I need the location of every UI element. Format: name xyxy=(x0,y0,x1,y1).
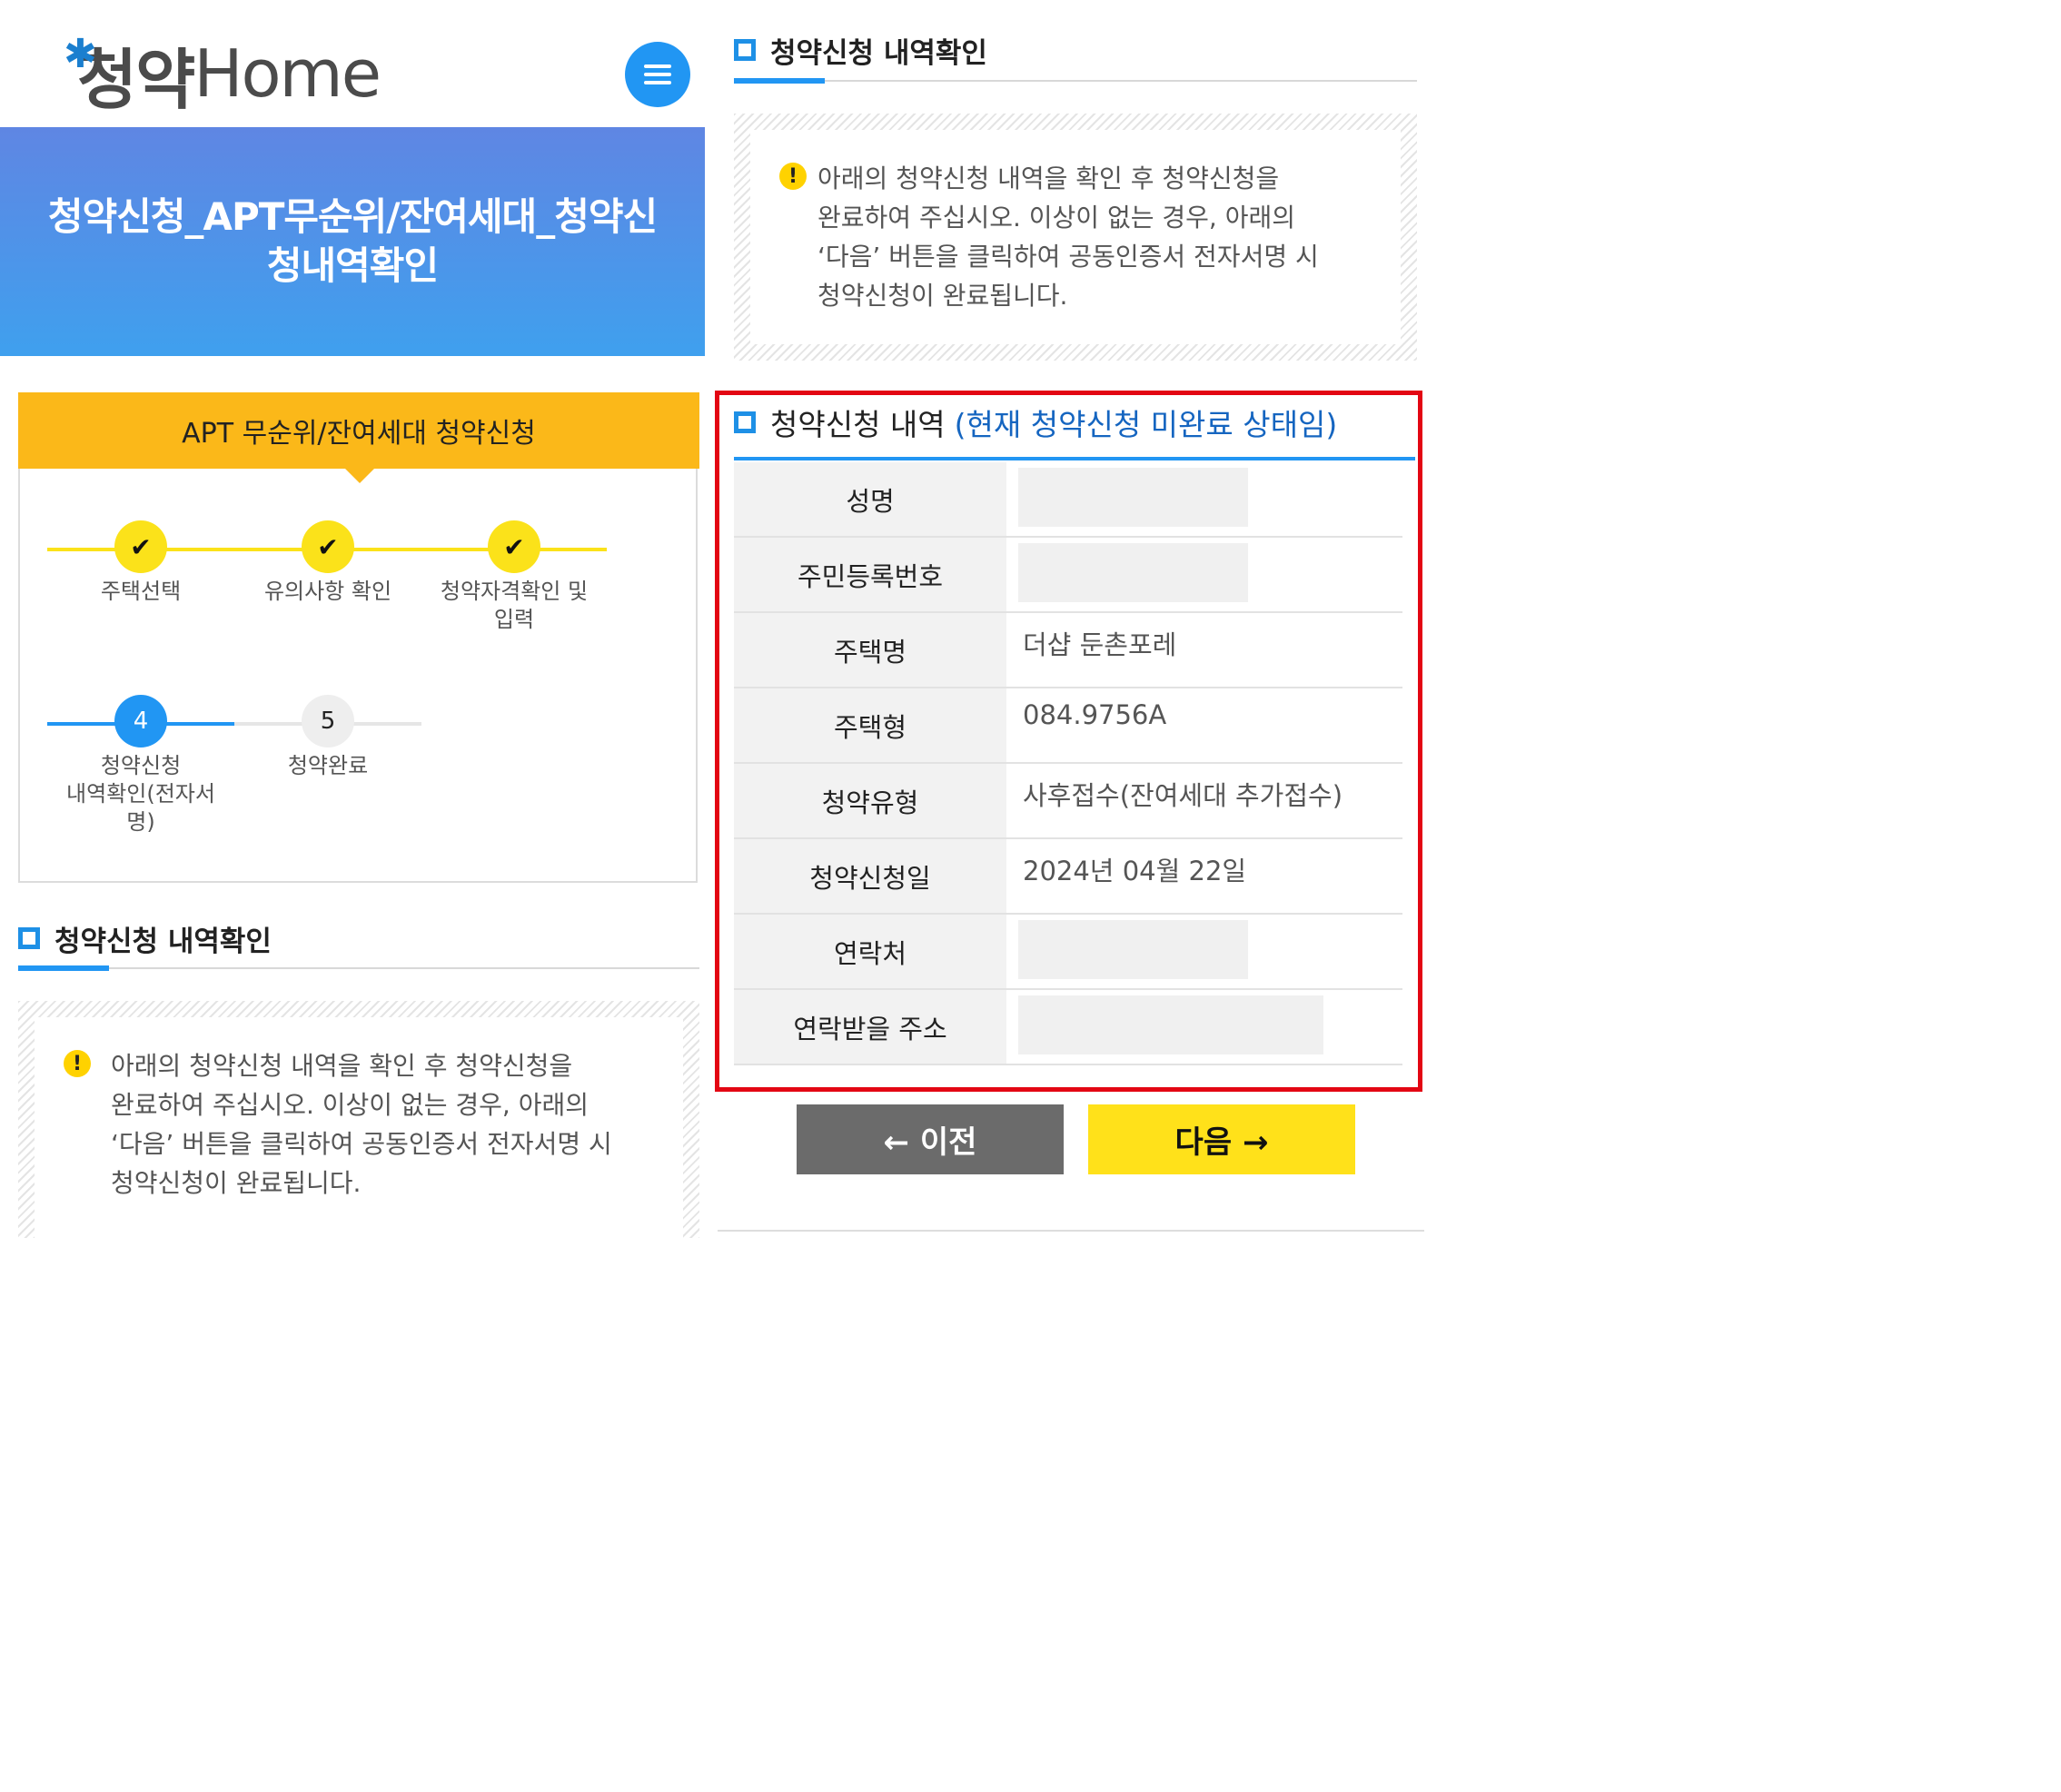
masked-value-contact xyxy=(1018,920,1248,979)
masked-value-resident-number xyxy=(1018,543,1248,602)
section-underline-right xyxy=(734,78,1417,84)
notice-line2: 완료하여 주십시오. 이상이 없는 경우, 아래의 xyxy=(111,1090,589,1120)
step-2-check-icon: ✔ xyxy=(302,520,354,573)
step-3-label-line2: 입력 xyxy=(493,607,535,632)
steps-header-pointer xyxy=(343,467,376,483)
row-label-application-type: 청약유형 xyxy=(734,764,1006,837)
step-2-label: 유의사항 확인 xyxy=(263,579,392,604)
notice-inner-left: ! 아래의 청약신청 내역을 확인 후 청약신청을 완료하여 주십시오. 이상이… xyxy=(35,1017,683,1238)
step-4-marker: 4 xyxy=(114,695,167,747)
section-underline-accent xyxy=(18,965,109,971)
row-label-housing-type: 주택형 xyxy=(734,688,1006,762)
hamburger-icon xyxy=(644,64,671,84)
notice-text-right: 아래의 청약신청 내역을 확인 후 청약신청을 완료하여 주십시오. 이상이 없… xyxy=(817,159,1373,315)
section-underline-left xyxy=(18,965,699,971)
notice-line4: 청약신청이 완료됩니다. xyxy=(111,1168,362,1198)
step-4-label: 청약신청 내역확인(전자서 명) xyxy=(50,752,232,837)
row-label-contact: 연락처 xyxy=(734,915,1006,988)
section-square-icon xyxy=(734,411,756,433)
bottom-divider xyxy=(718,1230,1424,1232)
page-title-line2: 청내역확인 xyxy=(266,243,439,288)
masked-value-name xyxy=(1018,468,1248,527)
step-4-label-line1: 청약신청 xyxy=(100,753,182,778)
notice-line4: 청약신청이 완료됩니다. xyxy=(817,281,1068,311)
page-title-line1: 청약신청_APT무순위/잔여세대_청약신 xyxy=(47,194,658,239)
step-4-label-line3: 명) xyxy=(126,809,155,835)
table-row: 청약유형 사후접수(잔여세대 추가접수) xyxy=(734,764,1402,839)
step-5-label: 청약완료 xyxy=(287,753,369,778)
row-value-housing-type: 084.9756A xyxy=(1023,699,1167,730)
notice-inner-right: ! 아래의 청약신청 내역을 확인 후 청약신청을 완료하여 주십시오. 이상이… xyxy=(750,130,1401,344)
section-title-left: 청약신청 내역확인 xyxy=(18,917,272,959)
step-3-label: 청약자격확인 및 입력 xyxy=(423,578,605,634)
page-title: 청약신청_APT무순위/잔여세대_청약신 청내역확인 xyxy=(0,193,705,291)
notice-line1: 아래의 청약신청 내역을 확인 후 청약신청을 xyxy=(111,1051,573,1081)
row-value-housing-name: 더샵 둔촌포레 xyxy=(1023,629,1177,660)
section-title-text: 청약신청 내역확인 xyxy=(770,36,987,70)
row-value-application-date: 2024년 04월 22일 xyxy=(1023,856,1247,886)
warning-icon: ! xyxy=(64,1050,91,1077)
prev-button[interactable]: ← 이전 xyxy=(797,1104,1064,1174)
star-icon: ✱ xyxy=(64,30,97,77)
history-title-text: 청약신청 내역 xyxy=(770,407,946,442)
section-title-right: 청약신청 내역확인 xyxy=(734,29,987,71)
section-underline-accent xyxy=(734,78,825,84)
notice-box-left: ! 아래의 청약신청 내역을 확인 후 청약신청을 완료하여 주십시오. 이상이… xyxy=(18,1001,699,1238)
section-square-icon xyxy=(734,39,756,61)
hamburger-menu-button[interactable] xyxy=(625,42,690,107)
history-title: 청약신청 내역 (현재 청약신청 미완료 상태임) xyxy=(734,401,1337,443)
table-row: 연락받을 주소 xyxy=(734,990,1402,1065)
warning-icon: ! xyxy=(779,163,807,190)
row-label-application-date: 청약신청일 xyxy=(734,839,1006,913)
masked-value-address xyxy=(1018,995,1323,1054)
step-3-check-icon: ✔ xyxy=(488,520,540,573)
logo-brand-en: Home xyxy=(193,35,381,112)
table-row: 주택명 더샵 둔촌포레 xyxy=(734,613,1402,688)
row-value-application-type: 사후접수(잔여세대 추가접수) xyxy=(1023,780,1343,811)
table-row: 주민등록번호 xyxy=(734,538,1402,613)
notice-line2: 완료하여 주십시오. 이상이 없는 경우, 아래의 xyxy=(817,203,1295,233)
step-1-label: 주택선택 xyxy=(100,579,182,604)
table-row: 주택형 084.9756A xyxy=(734,688,1402,764)
row-label-address: 연락받을 주소 xyxy=(734,990,1006,1064)
history-status: (현재 청약신청 미완료 상태임) xyxy=(954,407,1338,442)
section-title-text: 청약신청 내역확인 xyxy=(54,925,272,958)
history-title-underline xyxy=(734,457,1415,460)
notice-text-left: 아래의 청약신청 내역을 확인 후 청약신청을 완료하여 주십시오. 이상이 없… xyxy=(111,1046,656,1203)
step-1-check-icon: ✔ xyxy=(114,520,167,573)
row-label-name: 성명 xyxy=(734,462,1006,536)
step-3-label-line1: 청약자격확인 및 xyxy=(440,579,589,604)
site-logo[interactable]: ✱ 청약 Home xyxy=(64,30,381,118)
notice-line3: ‘다음’ 버튼을 클릭하여 공동인증서 전자서명 시 xyxy=(111,1129,612,1159)
row-label-resident-number: 주민등록번호 xyxy=(734,538,1006,611)
table-row: 청약신청일 2024년 04월 22일 xyxy=(734,839,1402,915)
notice-line1: 아래의 청약신청 내역을 확인 후 청약신청을 xyxy=(817,163,1280,193)
row-label-housing-name: 주택명 xyxy=(734,613,1006,687)
table-row: 연락처 xyxy=(734,915,1402,990)
notice-line3: ‘다음’ 버튼을 클릭하여 공동인증서 전자서명 시 xyxy=(817,242,1319,272)
steps-header: APT 무순위/잔여세대 청약신청 xyxy=(18,392,699,469)
step-5-marker: 5 xyxy=(302,695,354,747)
section-square-icon xyxy=(18,927,40,949)
next-button[interactable]: 다음 → xyxy=(1088,1104,1355,1174)
notice-box-right: ! 아래의 청약신청 내역을 확인 후 청약신청을 완료하여 주십시오. 이상이… xyxy=(734,114,1417,361)
page-hero-banner: 청약신청_APT무순위/잔여세대_청약신 청내역확인 xyxy=(0,127,705,356)
table-row: 성명 xyxy=(734,462,1402,538)
step-4-label-line2: 내역확인(전자서 xyxy=(66,781,215,807)
